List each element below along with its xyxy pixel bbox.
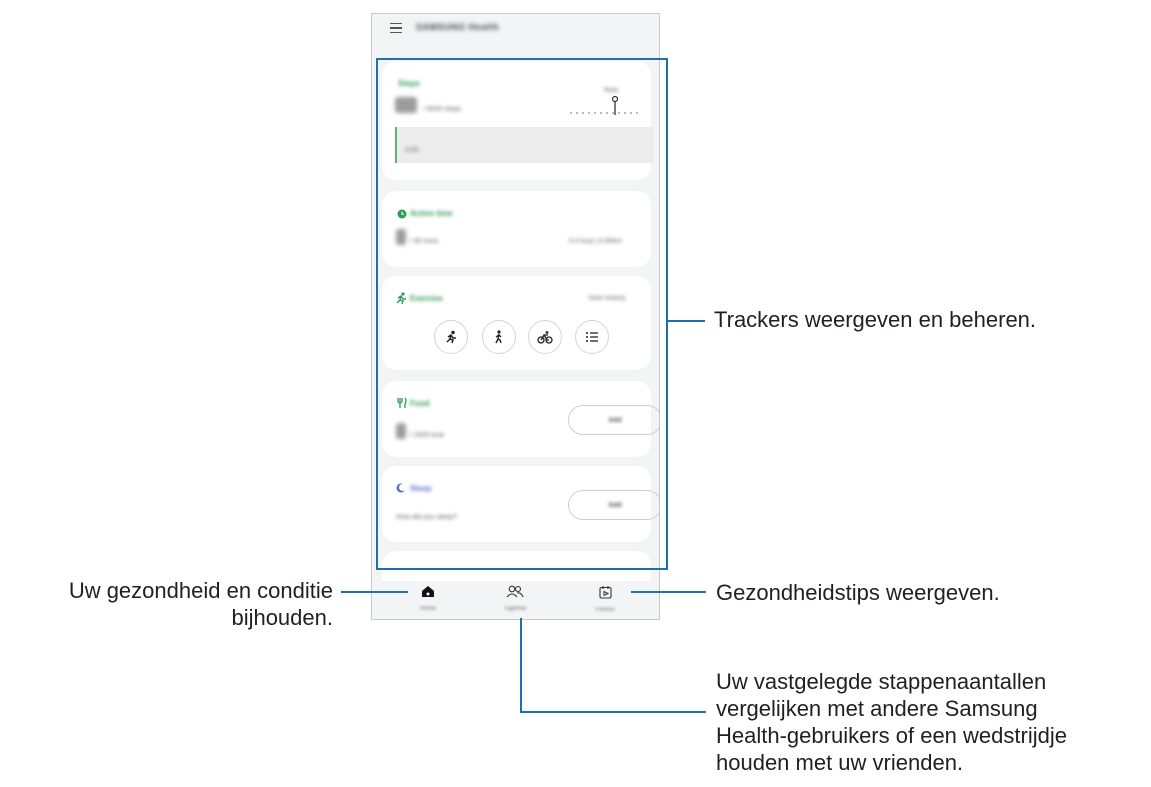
together-callout-line3: Health-gebruikers of een wedstrijdje xyxy=(716,723,1067,748)
exercise-running-button[interactable] xyxy=(434,320,468,354)
together-callout-line2: vergelijken met andere Samsung xyxy=(716,696,1038,721)
steps-target: / 6000 steps xyxy=(423,106,462,113)
active-time-target: / 90 mins xyxy=(410,238,439,245)
trackers-callout-line xyxy=(668,320,705,322)
steps-count xyxy=(395,97,417,113)
exercise-walking-button[interactable] xyxy=(482,320,516,354)
together-callout-line-vertical xyxy=(520,618,522,713)
food-add-button[interactable]: Add xyxy=(568,405,659,435)
active-time-stats: 0.0 kcal | 0.00km xyxy=(569,238,622,245)
active-time-card[interactable]: Active time / 90 mins 0.0 kcal | 0.00km xyxy=(382,191,651,267)
home-callout-line2: bijhouden. xyxy=(231,605,333,630)
fitness-icon xyxy=(598,586,612,599)
moon-icon xyxy=(396,483,405,493)
active-time-title: Active time xyxy=(410,209,453,218)
menu-icon[interactable] xyxy=(390,23,402,35)
home-callout: Uw gezondheid en conditie bijhouden. xyxy=(0,577,333,631)
running-icon xyxy=(446,330,456,344)
app-title: SAMSUNG Health xyxy=(416,22,500,32)
nav-home-label: Home xyxy=(419,606,436,612)
list-icon xyxy=(586,332,598,342)
app-topbar: SAMSUNG Health xyxy=(372,14,659,52)
together-callout: Uw vastgelegde stappenaantallen vergelij… xyxy=(716,668,1067,776)
steps-card[interactable]: Steps / 6000 steps Now 0:00 xyxy=(382,61,654,180)
together-callout-line1: Uw vastgelegde stappenaantallen xyxy=(716,669,1047,694)
trackers-callout-text: Trackers weergeven en beheren. xyxy=(714,307,1037,332)
home-callout-line xyxy=(341,591,408,593)
together-icon xyxy=(506,585,524,598)
exercise-view-history[interactable]: View history xyxy=(588,295,626,302)
food-value xyxy=(396,423,406,439)
cycling-icon xyxy=(537,331,553,344)
sleep-title: Sleep xyxy=(410,484,432,493)
nav-fitness-label: Fitness xyxy=(595,607,615,613)
fitness-callout-text: Gezondheidstips weergeven. xyxy=(716,580,1000,605)
nav-home[interactable]: Home xyxy=(388,585,468,612)
phone-screen: SAMSUNG Health Steps / 6000 steps Now 0:… xyxy=(371,13,660,620)
food-title: Food xyxy=(410,399,430,408)
food-icon xyxy=(397,397,407,408)
sleep-prompt: How did you sleep? xyxy=(396,514,458,521)
bottom-navigation: Home Together Fitness xyxy=(372,581,659,619)
exercise-title: Exercise xyxy=(410,294,443,303)
exercise-list-button[interactable] xyxy=(575,320,609,354)
fitness-callout-line xyxy=(631,591,706,593)
steps-timeline xyxy=(570,95,640,115)
home-icon xyxy=(422,586,434,597)
nav-fitness[interactable]: Fitness xyxy=(565,585,645,613)
exercise-cycling-button[interactable] xyxy=(528,320,562,354)
together-callout-line4: houden met uw vrienden. xyxy=(716,750,964,775)
exercise-runner-icon xyxy=(396,292,406,304)
steps-title: Steps xyxy=(398,79,420,88)
nav-together-label: Together xyxy=(503,606,527,612)
active-time-value xyxy=(396,229,406,245)
steps-chart-label: 0:00 xyxy=(405,147,419,154)
sleep-add-label: Add xyxy=(608,501,622,509)
sleep-card[interactable]: Sleep How did you sleep? Add xyxy=(382,466,659,542)
nav-together[interactable]: Together xyxy=(475,585,555,612)
clock-icon xyxy=(397,209,407,219)
together-callout-line-horizontal xyxy=(520,711,706,713)
exercise-card[interactable]: Exercise View history xyxy=(382,276,651,370)
sleep-add-button[interactable]: Add xyxy=(568,490,659,520)
food-card[interactable]: Food / 2000 kcal Add xyxy=(382,381,659,457)
steps-chart-area: 0:00 xyxy=(395,127,654,163)
walking-icon xyxy=(495,330,502,344)
fitness-callout: Gezondheidstips weergeven. xyxy=(716,579,1000,606)
trackers-callout: Trackers weergeven en beheren. xyxy=(714,306,1036,333)
home-callout-line1: Uw gezondheid en conditie xyxy=(68,578,333,603)
food-add-label: Add xyxy=(608,416,622,424)
food-target: / 2000 kcal xyxy=(410,432,444,439)
